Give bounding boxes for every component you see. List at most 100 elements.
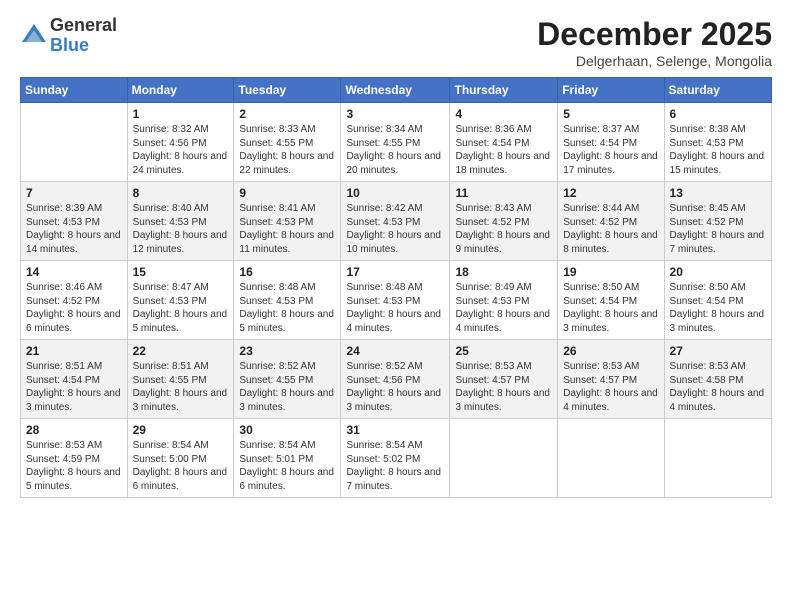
day-header-wednesday: Wednesday	[341, 78, 450, 103]
day-number: 4	[455, 107, 552, 121]
day-number: 30	[239, 423, 335, 437]
day-header-thursday: Thursday	[450, 78, 558, 103]
title-block: December 2025 Delgerhaan, Selenge, Mongo…	[537, 16, 772, 69]
calendar-cell: 14Sunrise: 8:46 AMSunset: 4:52 PMDayligh…	[21, 261, 128, 340]
calendar-cell: 19 Sunrise: 8:50 AMSunset: 4:54 PMDayligh…	[558, 261, 664, 340]
calendar-week-row: 7 Sunrise: 8:39 AMSunset: 4:53 PMDaylight…	[21, 182, 772, 261]
day-number: 12	[563, 186, 658, 200]
day-info: Sunrise: 8:53 AMSunset: 4:59 PMDaylight:…	[26, 439, 122, 493]
day-number: 5	[563, 107, 658, 121]
day-info: Sunrise: 8:38 AMSunset: 4:53 PMDaylight:…	[670, 123, 766, 177]
calendar-cell: 16Sunrise: 8:48 AMSunset: 4:53 PMDayligh…	[234, 261, 341, 340]
calendar-cell	[450, 419, 558, 498]
calendar-week-row: 1 Sunrise: 8:32 AMSunset: 4:56 PMDaylight…	[21, 103, 772, 182]
page-header: General Blue December 2025 Delgerhaan, S…	[20, 16, 772, 69]
day-info: Sunrise: 8:53 AMSunset: 4:58 PMDaylight:…	[670, 360, 766, 414]
day-number: 3	[346, 107, 444, 121]
day-info: Sunrise: 8:42 AMSunset: 4:53 PMDaylight:…	[346, 202, 444, 256]
day-number: 1	[133, 107, 229, 121]
day-number: 23	[239, 344, 335, 358]
day-info: Sunrise: 8:39 AMSunset: 4:53 PMDaylight:…	[26, 202, 122, 256]
calendar-cell	[558, 419, 664, 498]
logo-text: General Blue	[50, 16, 117, 56]
day-info: Sunrise: 8:47 AMSunset: 4:53 PMDaylight:…	[133, 281, 229, 335]
calendar-cell: 5Sunrise: 8:37 AMSunset: 4:54 PMDaylight…	[558, 103, 664, 182]
calendar-cell: 30 Sunrise: 8:54 AMSunset: 5:01 PMDayligh…	[234, 419, 341, 498]
day-number: 11	[455, 186, 552, 200]
calendar-week-row: 28 Sunrise: 8:53 AMSunset: 4:59 PMDayligh…	[21, 419, 772, 498]
day-info: Sunrise: 8:50 AMSunset: 4:54 PMDaylight:…	[563, 281, 658, 335]
month-title: December 2025	[537, 16, 772, 53]
calendar-week-row: 21 Sunrise: 8:51 AMSunset: 4:54 PMDayligh…	[21, 340, 772, 419]
day-number: 7	[26, 186, 122, 200]
calendar-cell	[664, 419, 771, 498]
day-info: Sunrise: 8:34 AMSunset: 4:55 PMDaylight:…	[346, 123, 444, 177]
calendar-page: General Blue December 2025 Delgerhaan, S…	[0, 0, 792, 612]
calendar-cell: 12 Sunrise: 8:44 AMSunset: 4:52 PMDayligh…	[558, 182, 664, 261]
calendar-cell: 8 Sunrise: 8:40 AMSunset: 4:53 PMDaylight…	[127, 182, 234, 261]
day-info: Sunrise: 8:54 AMSunset: 5:02 PMDaylight:…	[346, 439, 444, 493]
day-number: 18	[455, 265, 552, 279]
logo-icon	[20, 22, 48, 50]
day-number: 17	[346, 265, 444, 279]
day-number: 20	[670, 265, 766, 279]
day-info: Sunrise: 8:43 AMSunset: 4:52 PMDaylight:…	[455, 202, 552, 256]
day-info: Sunrise: 8:50 AMSunset: 4:54 PMDaylight:…	[670, 281, 766, 335]
calendar-week-row: 14Sunrise: 8:46 AMSunset: 4:52 PMDayligh…	[21, 261, 772, 340]
day-number: 19	[563, 265, 658, 279]
day-number: 28	[26, 423, 122, 437]
day-number: 6	[670, 107, 766, 121]
calendar-cell: 24Sunrise: 8:52 AMSunset: 4:56 PMDayligh…	[341, 340, 450, 419]
day-number: 29	[133, 423, 229, 437]
logo: General Blue	[20, 16, 117, 56]
calendar-cell: 2 Sunrise: 8:33 AMSunset: 4:55 PMDaylight…	[234, 103, 341, 182]
day-info: Sunrise: 8:33 AMSunset: 4:55 PMDaylight:…	[239, 123, 335, 177]
calendar-cell: 11 Sunrise: 8:43 AMSunset: 4:52 PMDayligh…	[450, 182, 558, 261]
day-info: Sunrise: 8:54 AMSunset: 5:01 PMDaylight:…	[239, 439, 335, 493]
day-info: Sunrise: 8:52 AMSunset: 4:56 PMDaylight:…	[346, 360, 444, 414]
day-number: 22	[133, 344, 229, 358]
calendar-header-row: SundayMondayTuesdayWednesdayThursdayFrid…	[21, 78, 772, 103]
day-number: 8	[133, 186, 229, 200]
day-info: Sunrise: 8:48 AMSunset: 4:53 PMDaylight:…	[346, 281, 444, 335]
calendar-cell: 31 Sunrise: 8:54 AMSunset: 5:02 PMDayligh…	[341, 419, 450, 498]
calendar-cell: 4 Sunrise: 8:36 AMSunset: 4:54 PMDaylight…	[450, 103, 558, 182]
calendar-cell	[21, 103, 128, 182]
location-subtitle: Delgerhaan, Selenge, Mongolia	[537, 53, 772, 69]
calendar-cell: 18Sunrise: 8:49 AMSunset: 4:53 PMDayligh…	[450, 261, 558, 340]
day-info: Sunrise: 8:51 AMSunset: 4:54 PMDaylight:…	[26, 360, 122, 414]
calendar-cell: 26Sunrise: 8:53 AMSunset: 4:57 PMDayligh…	[558, 340, 664, 419]
calendar-cell: 15Sunrise: 8:47 AMSunset: 4:53 PMDayligh…	[127, 261, 234, 340]
calendar-cell: 22 Sunrise: 8:51 AMSunset: 4:55 PMDayligh…	[127, 340, 234, 419]
day-number: 27	[670, 344, 766, 358]
day-info: Sunrise: 8:54 AMSunset: 5:00 PMDaylight:…	[133, 439, 229, 493]
day-info: Sunrise: 8:52 AMSunset: 4:55 PMDaylight:…	[239, 360, 335, 414]
calendar-cell: 27 Sunrise: 8:53 AMSunset: 4:58 PMDayligh…	[664, 340, 771, 419]
day-info: Sunrise: 8:46 AMSunset: 4:52 PMDaylight:…	[26, 281, 122, 335]
day-number: 2	[239, 107, 335, 121]
day-info: Sunrise: 8:45 AMSunset: 4:52 PMDaylight:…	[670, 202, 766, 256]
day-info: Sunrise: 8:32 AMSunset: 4:56 PMDaylight:…	[133, 123, 229, 177]
day-number: 10	[346, 186, 444, 200]
calendar-cell: 21 Sunrise: 8:51 AMSunset: 4:54 PMDayligh…	[21, 340, 128, 419]
calendar-cell: 1 Sunrise: 8:32 AMSunset: 4:56 PMDaylight…	[127, 103, 234, 182]
logo-general-text: General	[50, 16, 117, 36]
calendar-cell: 23 Sunrise: 8:52 AMSunset: 4:55 PMDayligh…	[234, 340, 341, 419]
day-info: Sunrise: 8:36 AMSunset: 4:54 PMDaylight:…	[455, 123, 552, 177]
day-info: Sunrise: 8:51 AMSunset: 4:55 PMDaylight:…	[133, 360, 229, 414]
calendar-cell: 10 Sunrise: 8:42 AMSunset: 4:53 PMDayligh…	[341, 182, 450, 261]
day-info: Sunrise: 8:44 AMSunset: 4:52 PMDaylight:…	[563, 202, 658, 256]
calendar-cell: 29 Sunrise: 8:54 AMSunset: 5:00 PMDayligh…	[127, 419, 234, 498]
day-info: Sunrise: 8:40 AMSunset: 4:53 PMDaylight:…	[133, 202, 229, 256]
calendar-cell: 3 Sunrise: 8:34 AMSunset: 4:55 PMDaylight…	[341, 103, 450, 182]
day-number: 21	[26, 344, 122, 358]
day-info: Sunrise: 8:48 AMSunset: 4:53 PMDaylight:…	[239, 281, 335, 335]
calendar-cell: 28 Sunrise: 8:53 AMSunset: 4:59 PMDayligh…	[21, 419, 128, 498]
calendar-cell: 17 Sunrise: 8:48 AMSunset: 4:53 PMDayligh…	[341, 261, 450, 340]
calendar-cell: 25Sunrise: 8:53 AMSunset: 4:57 PMDayligh…	[450, 340, 558, 419]
day-info: Sunrise: 8:53 AMSunset: 4:57 PMDaylight:…	[563, 360, 658, 414]
day-number: 31	[346, 423, 444, 437]
day-number: 9	[239, 186, 335, 200]
calendar-cell: 9Sunrise: 8:41 AMSunset: 4:53 PMDaylight…	[234, 182, 341, 261]
day-header-monday: Monday	[127, 78, 234, 103]
